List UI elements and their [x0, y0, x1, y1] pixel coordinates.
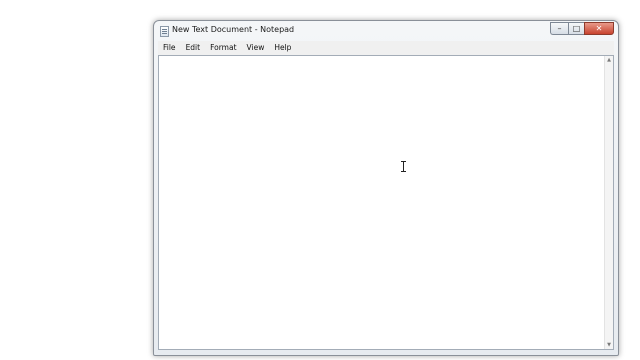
maximize-icon: □ [572, 23, 581, 33]
menu-file[interactable]: File [158, 41, 181, 55]
scroll-up-icon[interactable]: ▲ [606, 57, 612, 63]
maximize-button[interactable]: □ [568, 22, 584, 35]
minimize-button[interactable]: – [550, 22, 568, 35]
caption-buttons: – □ ✕ [550, 22, 614, 36]
close-icon: ✕ [595, 23, 603, 33]
menu-edit[interactable]: Edit [181, 41, 206, 55]
text-editor: ▲ ▼ [158, 55, 614, 350]
ibeam-cursor-icon [400, 161, 407, 172]
close-button[interactable]: ✕ [584, 22, 614, 35]
text-area[interactable] [159, 56, 605, 349]
notepad-icon[interactable] [160, 26, 169, 37]
menu-view[interactable]: View [242, 41, 270, 55]
notepad-window: New Text Document - Notepad – □ ✕ File E… [153, 20, 619, 356]
title-bar[interactable]: New Text Document - Notepad – □ ✕ [154, 21, 618, 41]
menu-help[interactable]: Help [269, 41, 296, 55]
desktop: New Text Document - Notepad – □ ✕ File E… [0, 0, 640, 360]
menu-format[interactable]: Format [205, 41, 241, 55]
window-title: New Text Document - Notepad [172, 25, 295, 34]
scroll-down-icon[interactable]: ▼ [606, 342, 612, 348]
vertical-scrollbar[interactable]: ▲ ▼ [604, 56, 613, 349]
menu-bar: File Edit Format View Help [158, 41, 614, 55]
minimize-icon: – [557, 23, 562, 33]
